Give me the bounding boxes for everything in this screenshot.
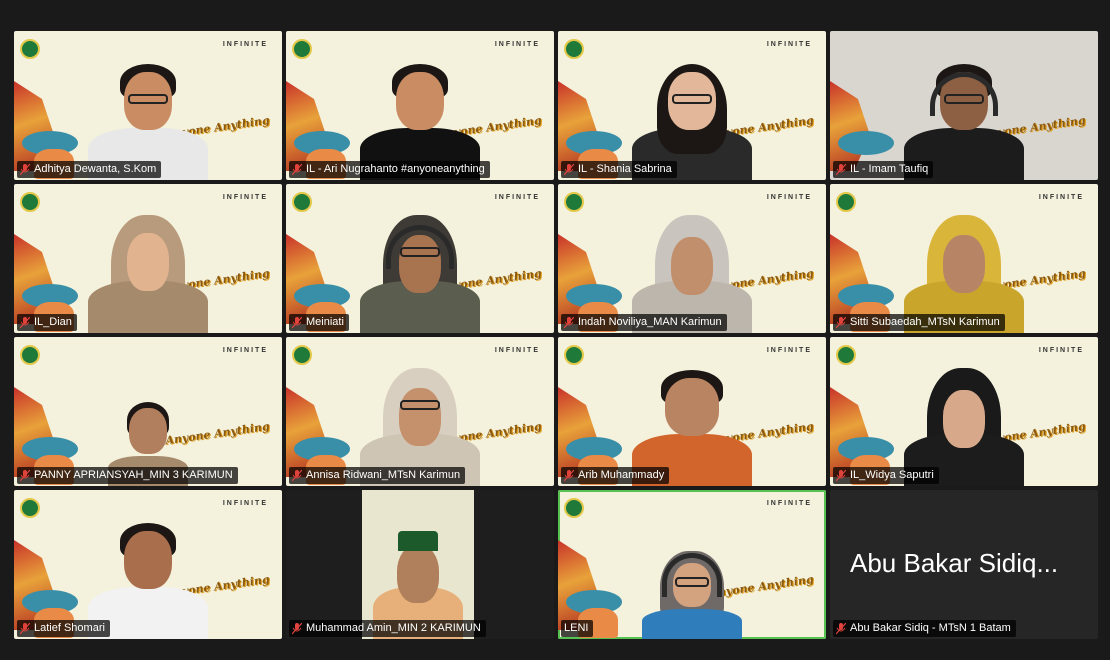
kemenag-logo	[292, 345, 312, 365]
brand-text: INFINITE	[1038, 347, 1084, 354]
participant-name-label: Meiniati	[289, 314, 349, 331]
participant-name-label: Muhammad Amin_MIN 2 KARIMUN	[289, 620, 486, 637]
kemenag-logo	[836, 192, 856, 212]
participant-name: Indah Noviliya_MAN Karimun	[578, 316, 722, 328]
kemenag-logo	[20, 345, 40, 365]
active-speaker-tile[interactable]: INFINITE Anyone Anything LENI	[558, 490, 826, 639]
participant-name-label: IL_Dian	[17, 314, 77, 331]
participant-name-label: Indah Noviliya_MAN Karimun	[561, 314, 727, 331]
video-tile[interactable]: INFINITE Anyone Anything Annisa Ridwani_…	[286, 337, 554, 486]
brand-text: INFINITE	[766, 194, 812, 201]
participant-video	[88, 203, 208, 333]
participant-video	[360, 203, 480, 333]
participant-name: Abu Bakar Sidiq - MTsN 1 Batam	[850, 622, 1011, 634]
muted-mic-icon	[564, 469, 574, 481]
participant-name: Meiniati	[306, 316, 344, 328]
kemenag-logo	[564, 39, 584, 59]
kemenag-logo	[292, 192, 312, 212]
kemenag-logo	[564, 345, 584, 365]
kemenag-logo	[292, 39, 312, 59]
participant-name-label: PANNY APRIANSYAH_MIN 3 KARIMUN	[17, 467, 238, 484]
participant-name: IL_Widya Saputri	[850, 469, 934, 481]
kemenag-logo	[20, 498, 40, 518]
kemenag-logo	[564, 498, 584, 518]
muted-mic-icon	[292, 469, 302, 481]
participant-name-label: IL_Widya Saputri	[833, 467, 939, 484]
participant-name: IL - Imam Taufiq	[850, 163, 929, 175]
participant-video	[642, 539, 742, 639]
video-tile[interactable]: INFINITE Anyone Anything PANNY APRIANSYA…	[14, 337, 282, 486]
kemenag-logo	[20, 39, 40, 59]
brand-text: INFINITE	[1038, 194, 1084, 201]
video-tile[interactable]: INFINITE Anyone Anything Indah Noviliya_…	[558, 184, 826, 333]
participant-name-label: Latief Shomari	[17, 620, 110, 637]
muted-mic-icon	[20, 469, 30, 481]
brand-text: INFINITE	[766, 41, 812, 48]
muted-mic-icon	[564, 163, 574, 175]
participant-name-label: Abu Bakar Sidiq - MTsN 1 Batam	[833, 620, 1016, 637]
video-tile[interactable]: INFINITE Anyone Anything IL_Dian	[14, 184, 282, 333]
participant-name: Annisa Ridwani_MTsN Karimun	[306, 469, 461, 481]
muted-mic-icon	[836, 469, 846, 481]
muted-mic-icon	[20, 163, 30, 175]
participant-name-label: Adhitya Dewanta, S.Kom	[17, 161, 162, 178]
brand-text: INFINITE	[494, 41, 540, 48]
video-tile[interactable]: INFINITE Anyone Anything IL - Shania Sab…	[558, 31, 826, 180]
video-tile[interactable]: Muhammad Amin_MIN 2 KARIMUN	[286, 490, 554, 639]
video-tile[interactable]: Anyone Anything IL - Imam Taufiq	[830, 31, 1098, 180]
muted-mic-icon	[20, 316, 30, 328]
participant-name-label: Arib Muhammady	[561, 467, 670, 484]
muted-mic-icon	[292, 163, 302, 175]
kemenag-logo	[836, 345, 856, 365]
video-tile[interactable]: INFINITE Anyone Anything Meiniati	[286, 184, 554, 333]
video-tile[interactable]: INFINITE Anyone Anything Adhitya Dewanta…	[14, 31, 282, 180]
muted-mic-icon	[836, 622, 846, 634]
participant-name: IL - Shania Sabrina	[578, 163, 672, 175]
participant-name: Adhitya Dewanta, S.Kom	[34, 163, 157, 175]
participant-name-label: IL - Ari Nugrahanto #anyoneanything	[289, 161, 490, 178]
participant-name: Latief Shomari	[34, 622, 105, 634]
participant-name-label: IL - Shania Sabrina	[561, 161, 677, 178]
muted-mic-icon	[20, 622, 30, 634]
kemenag-logo	[564, 192, 584, 212]
participant-name: LENI	[564, 622, 589, 634]
background-art	[830, 81, 870, 171]
video-gallery: INFINITE Anyone Anything Adhitya Dewanta…	[14, 31, 1098, 646]
brand-text: INFINITE	[766, 500, 812, 507]
muted-mic-icon	[292, 316, 302, 328]
participant-video	[362, 490, 474, 639]
participant-name: IL - Ari Nugrahanto #anyoneanything	[306, 163, 485, 175]
muted-mic-icon	[564, 316, 574, 328]
participant-display-name: Abu Bakar Sidiq...	[850, 548, 1059, 578]
muted-mic-icon	[836, 163, 846, 175]
participant-name: IL_Dian	[34, 316, 72, 328]
muted-mic-icon	[836, 316, 846, 328]
participant-name: Muhammad Amin_MIN 2 KARIMUN	[306, 622, 481, 634]
participant-name-label: Annisa Ridwani_MTsN Karimun	[289, 467, 466, 484]
brand-text: INFINITE	[494, 347, 540, 354]
participant-name: Arib Muhammady	[578, 469, 665, 481]
video-tile[interactable]: INFINITE Anyone Anything Arib Muhammady	[558, 337, 826, 486]
brand-text: INFINITE	[222, 500, 268, 507]
brand-text: INFINITE	[494, 194, 540, 201]
participant-name-label: IL - Imam Taufiq	[833, 161, 934, 178]
kemenag-logo	[20, 192, 40, 212]
brand-text: INFINITE	[222, 194, 268, 201]
participant-name-label: LENI	[561, 620, 594, 637]
video-tile[interactable]: INFINITE Anyone Anything IL_Widya Saputr…	[830, 337, 1098, 486]
video-tile[interactable]: INFINITE Anyone Anything Latief Shomari	[14, 490, 282, 639]
participant-name: Sitti Subaedah_MTsN Karimun	[850, 316, 1000, 328]
video-tile[interactable]: INFINITE Anyone Anything Sitti Subaedah_…	[830, 184, 1098, 333]
brand-text: INFINITE	[222, 347, 268, 354]
muted-mic-icon	[292, 622, 302, 634]
brand-text: INFINITE	[766, 347, 812, 354]
video-tile[interactable]: Abu Bakar Sidiq... Abu Bakar Sidiq - MTs…	[830, 490, 1098, 639]
video-tile[interactable]: INFINITE Anyone Anything IL - Ari Nugrah…	[286, 31, 554, 180]
background-art	[838, 131, 894, 155]
participant-name-label: Sitti Subaedah_MTsN Karimun	[833, 314, 1005, 331]
brand-text: INFINITE	[222, 41, 268, 48]
participant-name: PANNY APRIANSYAH_MIN 3 KARIMUN	[34, 469, 233, 481]
